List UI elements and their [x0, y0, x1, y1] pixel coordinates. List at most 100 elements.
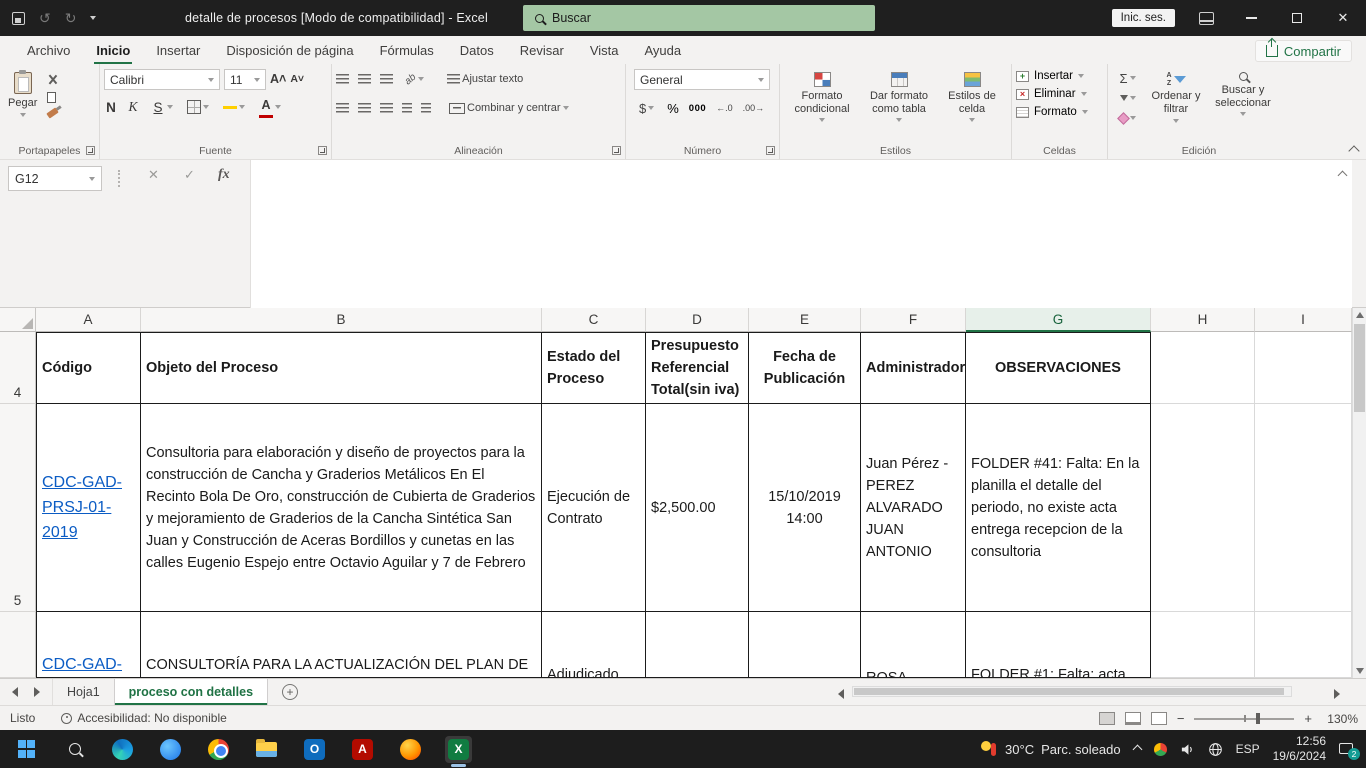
- bold-button[interactable]: N: [104, 100, 118, 115]
- cell-b4[interactable]: Objeto del Proceso: [141, 332, 542, 404]
- zoom-level[interactable]: 130%: [1322, 712, 1358, 726]
- edge-button[interactable]: [109, 736, 136, 763]
- format-as-table-button[interactable]: Dar formato como tabla: [860, 69, 938, 143]
- row-header-6[interactable]: [0, 612, 36, 678]
- ribbon-display-options-icon[interactable]: [1199, 12, 1214, 25]
- vertical-scrollbar[interactable]: [1352, 308, 1366, 678]
- font-name-combo[interactable]: Calibri: [104, 69, 220, 90]
- network-globe-icon[interactable]: [1208, 742, 1223, 757]
- increase-font-icon[interactable]: A˄: [270, 73, 286, 86]
- align-top-icon[interactable]: [336, 74, 349, 84]
- normal-view-button[interactable]: [1099, 712, 1115, 725]
- clear-button[interactable]: [1116, 111, 1139, 125]
- undo-icon[interactable]: ↺: [39, 11, 51, 25]
- cell-a5[interactable]: CDC-GAD-PRSJ-01-2019: [36, 404, 141, 612]
- sort-filter-button[interactable]: AZ Ordenar y filtrar: [1145, 69, 1207, 143]
- cell-i6[interactable]: [1255, 612, 1352, 678]
- cell-h4[interactable]: [1151, 332, 1255, 404]
- column-header-b[interactable]: B: [141, 308, 542, 332]
- notification-center-button[interactable]: 2: [1339, 742, 1356, 757]
- cell-i5[interactable]: [1255, 404, 1352, 612]
- comma-style-button[interactable]: 000: [689, 103, 706, 114]
- delete-cells-button[interactable]: × Eliminar: [1016, 88, 1103, 100]
- font-dialog-launcher-icon[interactable]: [318, 146, 327, 155]
- sheet-tab-proceso-con-detalles[interactable]: proceso con detalles: [115, 679, 268, 705]
- tab-insertar[interactable]: Insertar: [143, 36, 213, 64]
- scroll-up-icon[interactable]: [1356, 312, 1364, 318]
- format-painter-icon[interactable]: [47, 107, 59, 118]
- cell-d5[interactable]: $2,500.00: [646, 404, 749, 612]
- clipboard-dialog-launcher-icon[interactable]: [86, 146, 95, 155]
- process-code-link[interactable]: CDC-GAD-: [42, 652, 122, 677]
- browser-button[interactable]: [157, 736, 184, 763]
- cell-f4[interactable]: Administrador: [861, 332, 966, 404]
- process-code-link[interactable]: CDC-GAD-PRSJ-01-2019: [42, 470, 135, 545]
- row-header-4[interactable]: 4: [0, 332, 36, 404]
- autosum-button[interactable]: Σ: [1116, 71, 1139, 85]
- align-left-icon[interactable]: [336, 103, 349, 113]
- file-explorer-button[interactable]: [253, 736, 280, 763]
- horizontal-scrollbar-thumb[interactable]: [854, 688, 1284, 695]
- align-center-icon[interactable]: [358, 103, 371, 113]
- find-select-button[interactable]: Buscar y seleccionar: [1207, 69, 1279, 143]
- excel-taskbar-button[interactable]: X: [445, 736, 472, 763]
- insert-cells-button[interactable]: + Insertar: [1016, 70, 1103, 82]
- tab-vista[interactable]: Vista: [577, 36, 632, 64]
- maximize-button[interactable]: [1274, 0, 1320, 36]
- increase-decimal-button[interactable]: ←.0: [716, 103, 733, 113]
- column-header-a[interactable]: A: [36, 308, 141, 332]
- column-header-i[interactable]: I: [1255, 308, 1352, 332]
- formula-input[interactable]: [250, 160, 1352, 308]
- collapse-formula-bar-icon[interactable]: [1338, 171, 1348, 181]
- name-box[interactable]: G12: [8, 166, 102, 191]
- outlook-button[interactable]: O: [301, 736, 328, 763]
- hscroll-right-icon[interactable]: [1334, 689, 1340, 699]
- zoom-in-button[interactable]: +: [1304, 711, 1312, 726]
- firefox-button[interactable]: [397, 736, 424, 763]
- cell-c6[interactable]: Adjudicado: [542, 612, 646, 678]
- customize-quick-access-icon[interactable]: [90, 16, 96, 20]
- wrap-text-button[interactable]: Ajustar texto: [444, 69, 526, 89]
- cell-styles-button[interactable]: Estilos de celda: [938, 69, 1006, 143]
- minimize-button[interactable]: [1228, 0, 1274, 36]
- acrobat-button[interactable]: A: [349, 736, 376, 763]
- decrease-font-icon[interactable]: A˅: [290, 74, 304, 85]
- underline-button[interactable]: S: [148, 97, 176, 117]
- tab-ayuda[interactable]: Ayuda: [632, 36, 695, 64]
- currency-format-button[interactable]: $: [636, 98, 657, 118]
- search-box[interactable]: Buscar: [523, 5, 875, 31]
- zoom-out-button[interactable]: −: [1177, 711, 1185, 726]
- column-header-g[interactable]: G: [966, 308, 1151, 332]
- tab-disposicion[interactable]: Disposición de página: [213, 36, 366, 64]
- cell-a4[interactable]: Código: [36, 332, 141, 404]
- vertical-scrollbar-thumb[interactable]: [1354, 324, 1365, 412]
- page-layout-view-button[interactable]: [1125, 712, 1141, 725]
- language-indicator[interactable]: ESP: [1236, 742, 1260, 756]
- sign-in-button[interactable]: Inic. ses.: [1112, 9, 1175, 27]
- cell-e5[interactable]: 15/10/2019 14:00: [749, 404, 861, 612]
- cell-d6[interactable]: [646, 612, 749, 678]
- paste-button[interactable]: Pegar: [4, 69, 41, 120]
- decrease-indent-icon[interactable]: [402, 103, 412, 113]
- hscroll-left-icon[interactable]: [838, 689, 844, 699]
- taskbar-search-button[interactable]: [61, 736, 88, 763]
- column-header-f[interactable]: F: [861, 308, 966, 332]
- percent-style-button[interactable]: %: [667, 101, 679, 116]
- accessibility-status[interactable]: Accesibilidad: No disponible: [77, 711, 226, 725]
- cell-i4[interactable]: [1255, 332, 1352, 404]
- cell-b5[interactable]: Consultoria para elaboración y diseño de…: [141, 404, 542, 612]
- tab-revisar[interactable]: Revisar: [507, 36, 577, 64]
- cell-e6[interactable]: [749, 612, 861, 678]
- tab-inicio[interactable]: Inicio: [83, 36, 143, 64]
- collapse-ribbon-icon[interactable]: [1348, 145, 1359, 156]
- column-header-h[interactable]: H: [1151, 308, 1255, 332]
- start-button[interactable]: [13, 736, 40, 763]
- cell-h6[interactable]: [1151, 612, 1255, 678]
- merge-center-button[interactable]: Combinar y centrar: [446, 98, 572, 118]
- tray-app-icon[interactable]: [1154, 743, 1167, 756]
- column-header-e[interactable]: E: [749, 308, 861, 332]
- insert-function-icon[interactable]: fx: [218, 167, 230, 183]
- hidden-icons-chevron-icon[interactable]: [1132, 744, 1142, 754]
- scroll-down-icon[interactable]: [1356, 668, 1364, 674]
- cell-g5[interactable]: FOLDER #41: Falta: En la planilla el det…: [966, 404, 1151, 612]
